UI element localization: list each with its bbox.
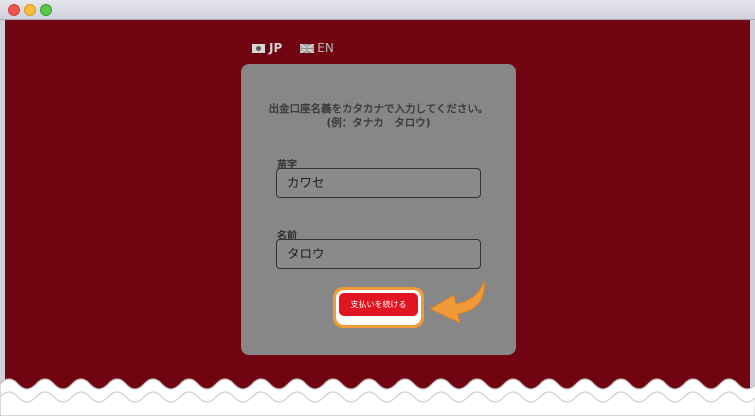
uk-flag-icon — [300, 43, 315, 53]
window-titlebar — [0, 0, 755, 20]
language-en-label: EN — [317, 41, 334, 55]
torn-edge-decoration — [0, 378, 755, 416]
given-name-input[interactable]: タロウ — [276, 239, 481, 269]
jp-flag-icon — [252, 43, 265, 53]
pointer-arrow-icon — [428, 280, 485, 324]
instruction-line-2: (例：タナカ タロウ) — [326, 117, 431, 129]
language-en-link[interactable]: EN — [300, 41, 334, 55]
instruction-line-1: 出金口座名義をカタカナで入力してください。 — [268, 103, 489, 115]
window-minimize-button[interactable] — [24, 4, 36, 16]
continue-button-highlight: 支払いを続ける — [333, 287, 424, 328]
window-maximize-button[interactable] — [40, 4, 52, 16]
window-frame-right — [750, 20, 755, 390]
instruction-text: 出金口座名義をカタカナで入力してください。 (例：タナカ タロウ) — [241, 102, 516, 130]
window-close-button[interactable] — [8, 4, 20, 16]
language-jp-label: JP — [269, 41, 283, 55]
continue-payment-button[interactable]: 支払いを続ける — [339, 293, 418, 316]
language-switcher: JP EN — [252, 40, 352, 56]
surname-input[interactable]: カワセ — [276, 168, 481, 198]
language-jp-link[interactable]: JP — [252, 41, 282, 55]
